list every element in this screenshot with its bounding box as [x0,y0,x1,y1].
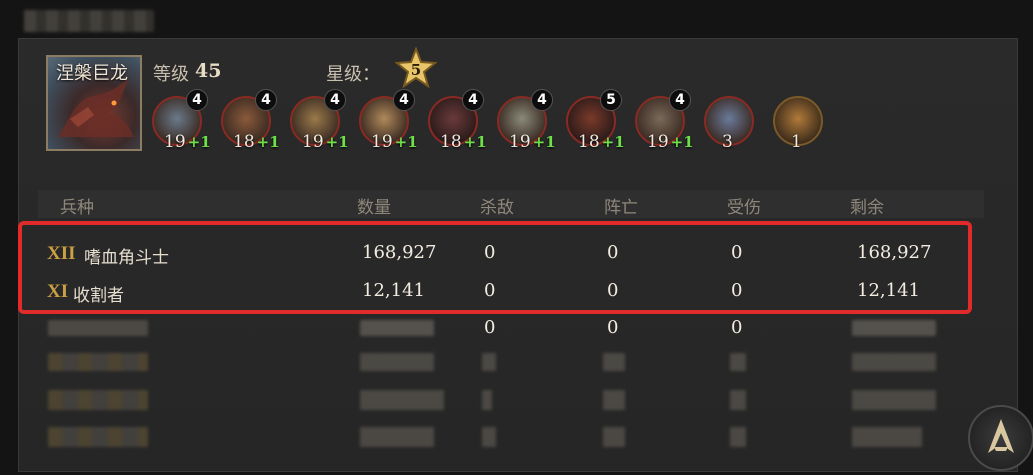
unit-count: 18 +1 [578,132,625,152]
kills-value: 0 [484,317,496,338]
header-remaining: 剩余 [850,198,884,218]
unit-count: 18 +1 [233,132,280,152]
unit-bonus: +1 [394,133,418,151]
wounded-value: 0 [731,317,743,338]
unit-slot[interactable]: 4 19 +1 [290,89,349,152]
unit-count: 18 +1 [440,132,487,152]
header-wounded: 受伤 [727,198,761,218]
blurred-unit-name [48,320,148,336]
header-quantity: 数量 [357,198,391,218]
level-value: 45 [195,60,222,82]
star-rank-icon: 5 [394,46,438,89]
unit-level-badge: 4 [255,89,277,111]
unit-slot[interactable]: 3 [704,96,756,152]
unit-level-badge: 4 [669,89,691,111]
blurred-quantity [360,320,434,336]
unit-bonus: +1 [601,133,625,151]
commander-portrait[interactable]: 涅槃巨龙 [46,55,142,151]
blurred-remaining [852,320,936,336]
unit-count: 19 +1 [164,132,211,152]
star-rank-value: 5 [411,61,421,79]
unit-bonus: +1 [256,133,280,151]
unit-count: 19 +1 [647,132,694,152]
unit-slot[interactable]: 4 19 +1 [497,89,556,152]
unit-bonus: +1 [325,133,349,151]
unit-bonus: +1 [532,133,556,151]
unit-level-badge: 4 [531,89,553,111]
unit-bonus: +1 [670,133,694,151]
unit-level-badge: 4 [393,89,415,111]
game-logo-button[interactable] [968,405,1033,471]
unit-level-badge: 4 [462,89,484,111]
unit-slot[interactable]: 4 19 +1 [635,89,694,152]
unit-slot[interactable]: 1 [773,96,825,152]
unit-slot[interactable]: 4 18 +1 [221,89,280,152]
unit-bonus: +1 [187,133,211,151]
unit-count: 19 +1 [302,132,349,152]
highlight-box [18,221,972,314]
star-label: 星级： [326,64,380,85]
header-kills: 杀敌 [480,198,514,218]
unit-level-badge: 4 [186,89,208,111]
blurred-title [24,10,154,32]
unit-slot[interactable]: 4 19 +1 [152,89,211,152]
unit-slot[interactable]: 5 18 +1 [566,89,625,152]
unit-slot[interactable]: 4 19 +1 [359,89,418,152]
dead-value: 0 [607,317,619,338]
unit-slot[interactable]: 4 18 +1 [428,89,487,152]
header-unit-type: 兵种 [60,198,94,218]
emblem-icon [988,419,1014,453]
level-label: 等级 [153,64,189,85]
unit-level-badge: 5 [600,89,622,111]
header-dead: 阵亡 [604,198,638,218]
unit-level-badge: 4 [324,89,346,111]
unit-count: 3 [722,132,733,152]
unit-count: 19 +1 [371,132,418,152]
unit-bonus: +1 [463,133,487,151]
dragon-icon [58,79,134,137]
unit-count: 1 [791,132,802,152]
unit-count: 19 +1 [509,132,556,152]
